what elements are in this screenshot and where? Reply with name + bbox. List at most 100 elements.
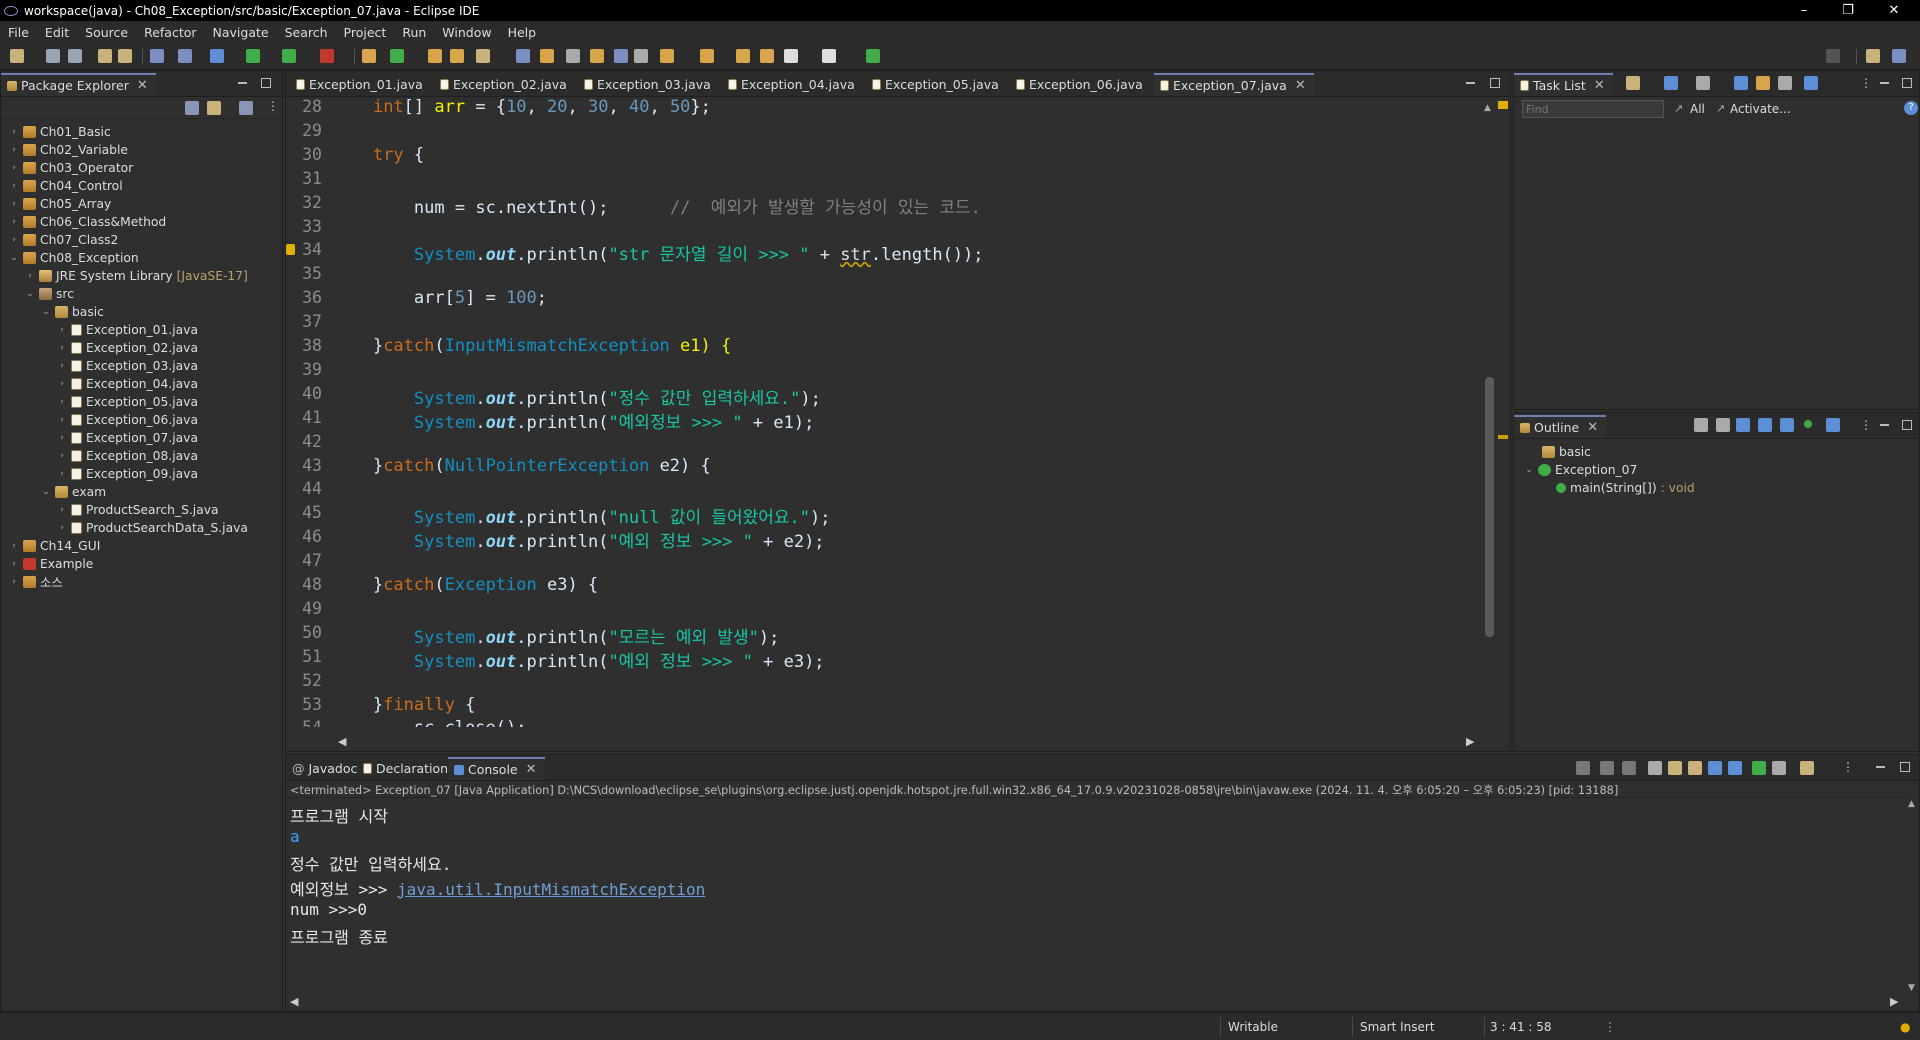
menu-search[interactable]: Search: [277, 25, 336, 40]
editor-tab[interactable]: Exception_06.java: [1010, 73, 1151, 96]
run-icon[interactable]: [246, 49, 260, 63]
chevron-right-icon[interactable]: ›: [57, 415, 67, 425]
collapse-tasks-icon[interactable]: [1778, 76, 1792, 90]
chevron-down-icon[interactable]: ⌄: [1524, 465, 1534, 475]
maximize-outline-icon[interactable]: [1902, 420, 1912, 430]
sync-icon[interactable]: [1756, 76, 1770, 90]
editor-vertical-scrollbar[interactable]: ▲: [1482, 97, 1496, 727]
link-with-editor-icon[interactable]: [207, 101, 221, 115]
chevron-down-icon[interactable]: ⌄: [25, 289, 35, 299]
help-icon[interactable]: ?: [1904, 101, 1918, 115]
code-area[interactable]: 28 int[] arr = {10, 20, 30, 40, 50}; 29 30…: [286, 97, 1482, 727]
search-icon[interactable]: [1826, 49, 1840, 63]
menu-window[interactable]: Window: [434, 25, 499, 40]
minimize-button[interactable]: –: [1782, 0, 1826, 21]
tree-item[interactable]: › Ch04_Control: [9, 177, 122, 195]
chevron-right-icon[interactable]: ›: [57, 325, 67, 335]
close-icon[interactable]: ✕: [1594, 78, 1605, 93]
tree-item[interactable]: ⌄ Ch08_Exception: [9, 249, 138, 267]
editor-horizontal-scrollbar[interactable]: ◀ ▶: [286, 735, 1482, 751]
chevron-right-icon[interactable]: ›: [57, 361, 67, 371]
console-view-menu-icon[interactable]: ⋮: [1842, 760, 1854, 774]
repository-icon[interactable]: [1804, 76, 1818, 90]
close-icon[interactable]: ✕: [1295, 78, 1306, 93]
new-task-icon[interactable]: [1626, 76, 1640, 90]
hide-static-icon[interactable]: [1758, 418, 1772, 432]
scroll-up-icon[interactable]: ▲: [1484, 103, 1491, 113]
tab-task-list[interactable]: Task List ✕: [1514, 73, 1613, 96]
tree-item[interactable]: › Exception_05.java: [57, 393, 198, 411]
editor-tab[interactable]: Exception_05.java: [866, 73, 1007, 96]
task-view-menu-icon[interactable]: ⋮: [1860, 76, 1872, 90]
show-stdout-icon[interactable]: [1708, 761, 1722, 775]
chevron-right-icon[interactable]: ›: [9, 145, 19, 155]
exception-link[interactable]: java.util.InputMismatchException: [397, 880, 705, 899]
prev-annotation-icon[interactable]: [700, 49, 714, 63]
tree-item[interactable]: ⌄ basic: [41, 303, 104, 321]
activate-link[interactable]: Activate...: [1730, 102, 1791, 116]
chevron-right-icon[interactable]: ›: [57, 469, 67, 479]
editor-tab[interactable]: Exception_01.java: [290, 73, 431, 96]
maximize-tasks-icon[interactable]: [1902, 78, 1912, 88]
chevron-right-icon[interactable]: ›: [9, 217, 19, 227]
annotation-icon[interactable]: [540, 49, 554, 63]
tree-item[interactable]: › Exception_04.java: [57, 375, 198, 393]
tree-item[interactable]: › Example: [9, 555, 93, 573]
link-outline-icon[interactable]: [1826, 418, 1840, 432]
chevron-right-icon[interactable]: ›: [25, 271, 35, 281]
tree-item[interactable]: › Exception_03.java: [57, 357, 198, 375]
chevron-down-icon[interactable]: ⌄: [41, 307, 51, 317]
outline-item-package[interactable]: basic: [1542, 443, 1591, 461]
new-icon[interactable]: [10, 49, 24, 63]
collapse-all-icon[interactable]: [185, 101, 199, 115]
minimize-tasks-icon[interactable]: [1880, 78, 1890, 88]
tab-console[interactable]: Console ✕: [448, 757, 545, 780]
coverage-icon[interactable]: [282, 49, 296, 63]
chevron-down-icon[interactable]: ⌄: [9, 253, 19, 263]
next-annotation-icon[interactable]: [660, 49, 674, 63]
tab-package-explorer[interactable]: Package Explorer ✕: [1, 73, 156, 96]
toggle-mark-icon[interactable]: [516, 49, 530, 63]
java-perspective-icon[interactable]: [1892, 49, 1906, 63]
scroll-left-icon[interactable]: ◀: [290, 995, 298, 1008]
new-class-icon[interactable]: [390, 49, 404, 63]
tab-outline[interactable]: Outline ✕: [1514, 415, 1607, 438]
tree-item[interactable]: › Ch07_Class2: [9, 231, 118, 249]
tree-item[interactable]: ⌄ src: [25, 285, 74, 303]
display-console-icon[interactable]: [1772, 761, 1786, 775]
chevron-right-icon[interactable]: ›: [9, 541, 19, 551]
minimize-view-icon[interactable]: [238, 78, 248, 88]
tree-item[interactable]: › 소스: [9, 573, 63, 591]
chevron-right-icon[interactable]: ›: [57, 433, 67, 443]
open-console-icon[interactable]: [1800, 761, 1814, 775]
external-tools-icon[interactable]: [320, 49, 334, 63]
focus-icon[interactable]: [1734, 76, 1748, 90]
terminate-icon[interactable]: [1576, 761, 1590, 775]
restore-button[interactable]: ❐: [1826, 0, 1870, 21]
tree-item[interactable]: › ProductSearchData_S.java: [57, 519, 248, 537]
clear-console-icon[interactable]: [1648, 761, 1662, 775]
chevron-right-icon[interactable]: ›: [57, 397, 67, 407]
tree-item[interactable]: › Exception_08.java: [57, 447, 198, 465]
collapse-outline-icon[interactable]: [1716, 418, 1730, 432]
tree-item[interactable]: ⌄ exam: [41, 483, 106, 501]
chevron-right-icon[interactable]: ›: [57, 505, 67, 515]
warning-marker-icon[interactable]: [286, 244, 295, 256]
minimize-console-icon[interactable]: [1876, 762, 1886, 772]
back-arrow-icon[interactable]: [784, 49, 798, 63]
tree-item[interactable]: › Exception_06.java: [57, 411, 198, 429]
undo-icon[interactable]: [98, 49, 112, 63]
outline-item-class[interactable]: ⌄ Exception_07: [1524, 461, 1637, 479]
breadcrumb-toggle-icon[interactable]: [566, 49, 580, 63]
filter-icon[interactable]: [239, 101, 253, 115]
tree-item[interactable]: › Exception_02.java: [57, 339, 198, 357]
open-type-icon[interactable]: [428, 49, 442, 63]
show-stderr-icon[interactable]: [1728, 761, 1742, 775]
close-icon[interactable]: ✕: [526, 762, 537, 777]
tip-lightbulb-icon[interactable]: ●: [1900, 1020, 1910, 1034]
last-edit-icon[interactable]: [736, 49, 750, 63]
hide-completed-icon[interactable]: [1696, 76, 1710, 90]
debug-icon[interactable]: [210, 49, 224, 63]
tree-item[interactable]: › Ch14_GUI: [9, 537, 100, 555]
minimize-outline-icon[interactable]: [1880, 420, 1890, 430]
